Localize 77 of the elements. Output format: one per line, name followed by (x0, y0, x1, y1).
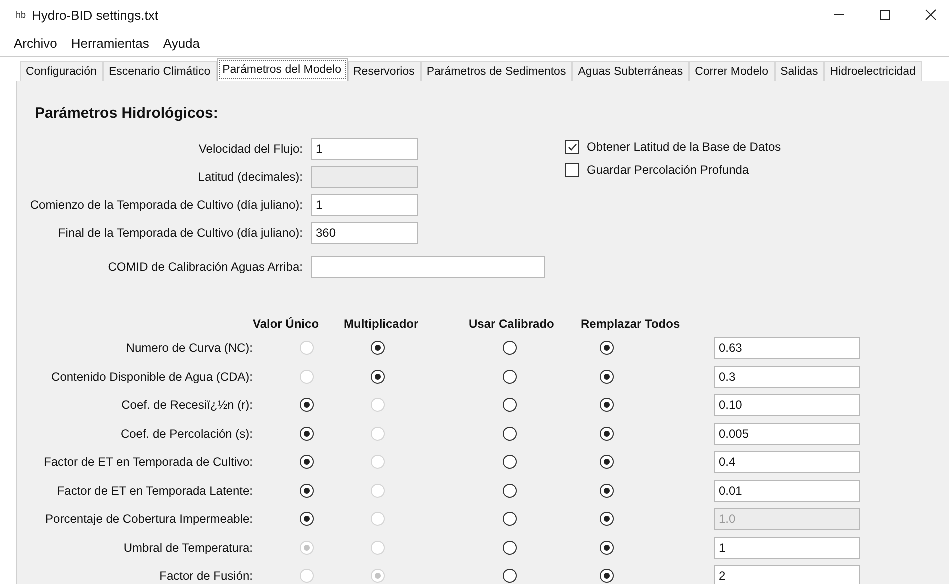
input-field[interactable]: 1 (311, 138, 418, 160)
radio-button[interactable] (503, 512, 517, 526)
input-field[interactable] (311, 256, 545, 278)
input-field[interactable]: 1 (714, 536, 860, 559)
radio-button[interactable] (371, 341, 385, 356)
row-label: Factor de ET en Temporada Latente: (57, 484, 253, 498)
radio-button[interactable] (300, 512, 314, 526)
tab[interactable]: Parámetros de Sedimentos (420, 61, 572, 81)
field-label: Final de la Temporada de Cultivo (día juliano): (57, 226, 303, 240)
menu-item[interactable]: Ayuda (163, 36, 200, 50)
radio-button[interactable] (600, 512, 614, 526)
input-field[interactable]: 0.3 (714, 366, 860, 388)
tab[interactable]: Aguas Subterráneas (572, 61, 690, 81)
radio-button[interactable] (600, 426, 614, 441)
section-title: Parámetros Hidrológicos: (34, 105, 220, 122)
checkbox-label: Obtener Latitud de la Base de Datos (587, 140, 782, 154)
menu-item[interactable]: Herramientas (71, 36, 150, 50)
radio-button[interactable] (600, 455, 614, 470)
radio-button[interactable] (503, 426, 517, 441)
tab[interactable]: Correr Modelo (689, 61, 775, 81)
app-icon: hb (16, 10, 26, 20)
tab[interactable]: Configuración (20, 61, 103, 81)
input-field[interactable]: 0.01 (714, 480, 860, 502)
menu-item[interactable]: Archivo (14, 36, 58, 50)
radio-button[interactable] (503, 370, 517, 384)
row-label: Umbral de Temperatura: (124, 540, 253, 555)
tab[interactable]: Escenario Climático (102, 61, 217, 81)
field-label: COMID de Calibración Aguas Arriba: (107, 260, 303, 274)
row-label: Porcentaje de Cobertura Impermeable: (46, 512, 253, 526)
field-label: Velocidad del Flujo: (198, 142, 303, 156)
row-label: Numero de Curva (NC): (126, 341, 253, 356)
radio-button[interactable] (503, 398, 517, 412)
tab[interactable]: Hidroelectricidad (824, 61, 922, 81)
radio-button[interactable] (503, 540, 517, 555)
radio-button[interactable] (300, 426, 314, 441)
column-header: Multiplicador (344, 317, 419, 331)
input-field[interactable]: 1 (311, 194, 418, 216)
column-header: Usar Calibrado (469, 317, 554, 331)
radio-button[interactable] (503, 484, 517, 498)
checkbox[interactable] (565, 140, 579, 154)
radio-button[interactable] (600, 370, 614, 384)
input-field[interactable]: 0.63 (714, 337, 860, 360)
close-icon[interactable] (925, 9, 937, 21)
radio-button[interactable] (600, 540, 614, 555)
radio-button[interactable] (600, 398, 614, 412)
checkbox-label: Guardar Percolación Profunda (587, 163, 750, 177)
window-title: Hydro-BID settings.txt (32, 8, 158, 22)
column-header: Valor Único (253, 317, 320, 331)
row-label: Contenido Disponible de Agua (CDA): (52, 370, 253, 384)
check-icon (566, 142, 578, 152)
field-label: Latitud (decimales): (197, 170, 303, 184)
radio-button[interactable] (503, 341, 517, 356)
field-label: Comienzo de la Temporada de Cultivo (día juliano): (29, 198, 303, 212)
radio-button[interactable] (600, 484, 614, 498)
tab[interactable]: Salidas (774, 61, 824, 81)
row-label: Coef. de Percolación (s): (120, 426, 253, 441)
maximize-icon[interactable] (879, 9, 891, 21)
radio-button[interactable] (503, 455, 517, 470)
radio-button[interactable] (503, 569, 517, 584)
checkbox[interactable] (565, 163, 579, 177)
input-field[interactable]: 2 (714, 565, 860, 584)
radio-button[interactable] (600, 341, 614, 356)
radio-button[interactable] (371, 370, 385, 384)
input-field[interactable]: 0.005 (714, 422, 860, 445)
radio-button[interactable] (300, 484, 314, 498)
row-label: Factor de ET en Temporada de Cultivo: (44, 455, 253, 470)
row-label: Factor de Fusión: (160, 569, 253, 584)
input-field[interactable]: 0.10 (714, 394, 860, 416)
radio-button[interactable] (600, 569, 614, 584)
input-field[interactable]: 0.4 (714, 451, 860, 474)
radio-button[interactable] (300, 398, 314, 412)
radio-button[interactable] (300, 455, 314, 470)
tab[interactable]: Reservorios (348, 61, 421, 81)
column-header: Remplazar Todos (581, 317, 680, 331)
input-field[interactable]: 360 (311, 222, 418, 244)
tab[interactable]: Parámetros del Modelo (216, 58, 348, 81)
row-label: Coef. de Recesiï¿½n (r): (122, 398, 253, 412)
